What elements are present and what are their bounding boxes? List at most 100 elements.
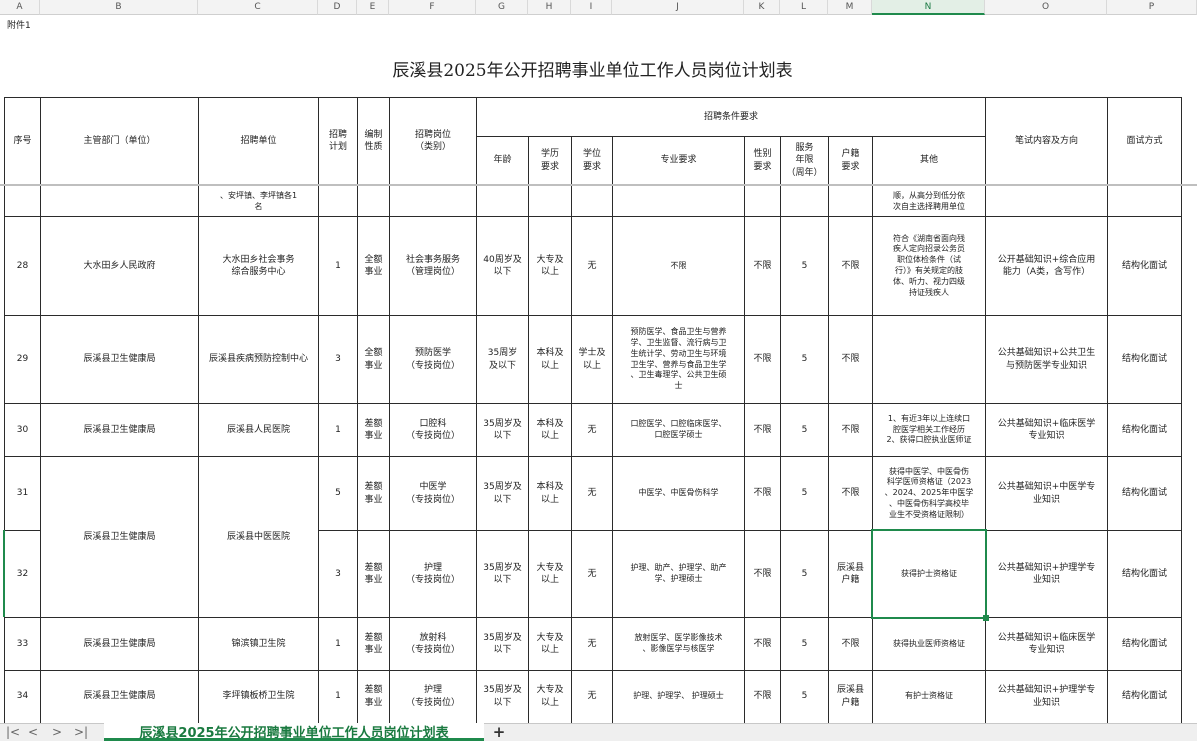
row-34-gender[interactable]: 不限 bbox=[745, 671, 780, 722]
row-29-seq[interactable]: 29 bbox=[5, 316, 40, 403]
header-nature[interactable]: 编制 性质 bbox=[358, 98, 389, 184]
row-32-interview[interactable]: 结构化面试 bbox=[1108, 531, 1181, 617]
row-34-interview[interactable]: 结构化面试 bbox=[1108, 671, 1181, 722]
row-29-gender[interactable]: 不限 bbox=[745, 316, 780, 403]
row-33-plan[interactable]: 1 bbox=[319, 618, 357, 670]
row-33-gender[interactable]: 不限 bbox=[745, 618, 780, 670]
header-plan[interactable]: 招聘 计划 bbox=[319, 98, 357, 184]
fill-handle[interactable] bbox=[983, 615, 989, 621]
row-33-seq[interactable]: 33 bbox=[5, 618, 40, 670]
row-31-service[interactable]: 5 bbox=[781, 457, 828, 530]
row-29-post[interactable]: 预防医学 （专技岗位） bbox=[390, 316, 476, 403]
row-32-plan[interactable]: 3 bbox=[319, 531, 357, 617]
row-30-major[interactable]: 口腔医学、口腔临床医学、 口腔医学硕士 bbox=[613, 404, 744, 456]
last-sheet-button[interactable]: >| bbox=[72, 724, 90, 740]
row-32-exam[interactable]: 公共基础知识+护理学专 业知识 bbox=[986, 531, 1107, 617]
row-28-dept[interactable]: 大水田乡人民政府 bbox=[41, 217, 198, 315]
header-edu[interactable]: 学历 要求 bbox=[529, 137, 571, 184]
merged-dept-31-32[interactable]: 辰溪县卫生健康局 bbox=[41, 457, 198, 617]
header-exam[interactable]: 笔试内容及方向 bbox=[986, 98, 1107, 184]
row-33-degree[interactable]: 无 bbox=[572, 618, 612, 670]
row-34-other[interactable]: 有护士资格证 bbox=[873, 671, 985, 722]
row-33-nature[interactable]: 差额 事业 bbox=[358, 618, 389, 670]
header-hukou[interactable]: 户籍 要求 bbox=[829, 137, 872, 184]
header-age[interactable]: 年龄 bbox=[477, 137, 528, 184]
row-28-plan[interactable]: 1 bbox=[319, 217, 357, 315]
row-28-major[interactable]: 不限 bbox=[613, 217, 744, 315]
row-32-edu[interactable]: 大专及 以上 bbox=[529, 531, 571, 617]
row-31-interview[interactable]: 结构化面试 bbox=[1108, 457, 1181, 530]
row-34-unit[interactable]: 李坪镇板桥卫生院 bbox=[199, 671, 318, 722]
row-28-degree[interactable]: 无 bbox=[572, 217, 612, 315]
first-sheet-button[interactable]: |< bbox=[4, 724, 22, 740]
row-30-other[interactable]: 1、有近3年以上连续口 腔医学相关工作经历 2、获得口腔执业医师证 bbox=[873, 404, 985, 456]
row-34-service[interactable]: 5 bbox=[781, 671, 828, 722]
row-32-service[interactable]: 5 bbox=[781, 531, 828, 617]
row-33-age[interactable]: 35周岁及 以下 bbox=[477, 618, 528, 670]
column-header-h[interactable]: H bbox=[528, 0, 571, 15]
row-29-degree[interactable]: 学士及 以上 bbox=[572, 316, 612, 403]
row-33-major[interactable]: 放射医学、医学影像技术 、影像医学与核医学 bbox=[613, 618, 744, 670]
row-31-major[interactable]: 中医学、中医骨伤科学 bbox=[613, 457, 744, 530]
row-28-unit[interactable]: 大水田乡社会事务 综合服务中心 bbox=[199, 217, 318, 315]
merged-unit-31-32[interactable]: 辰溪县中医医院 bbox=[199, 457, 318, 617]
row-34-exam[interactable]: 公共基础知识+护理学专 业知识 bbox=[986, 671, 1107, 722]
partial-row-other[interactable]: 顺，从高分到低分依 次自主选择聘用单位 bbox=[873, 187, 985, 216]
row-31-other[interactable]: 获得中医学、中医骨伤 科学医师资格证（2023 、2024、2025年中医学 、… bbox=[873, 457, 985, 530]
column-header-b[interactable]: B bbox=[40, 0, 198, 15]
row-34-major[interactable]: 护理、护理学、 护理硕士 bbox=[613, 671, 744, 722]
attachment-label[interactable]: 附件1 bbox=[6, 17, 66, 35]
row-30-plan[interactable]: 1 bbox=[319, 404, 357, 456]
row-28-hukou[interactable]: 不限 bbox=[829, 217, 872, 315]
row-28-service[interactable]: 5 bbox=[781, 217, 828, 315]
row-28-gender[interactable]: 不限 bbox=[745, 217, 780, 315]
row-31-edu[interactable]: 本科及 以上 bbox=[529, 457, 571, 530]
row-33-post[interactable]: 放射科 （专技岗位） bbox=[390, 618, 476, 670]
row-28-interview[interactable]: 结构化面试 bbox=[1108, 217, 1181, 315]
header-major[interactable]: 专业要求 bbox=[613, 137, 744, 184]
row-31-post[interactable]: 中医学 （专技岗位） bbox=[390, 457, 476, 530]
row-28-seq[interactable]: 28 bbox=[5, 217, 40, 315]
row-30-dept[interactable]: 辰溪县卫生健康局 bbox=[41, 404, 198, 456]
row-31-seq[interactable]: 31 bbox=[5, 457, 40, 530]
header-degree[interactable]: 学位 要求 bbox=[572, 137, 612, 184]
row-30-gender[interactable]: 不限 bbox=[745, 404, 780, 456]
column-header-c[interactable]: C bbox=[198, 0, 318, 15]
column-header-l[interactable]: L bbox=[780, 0, 828, 15]
row-33-edu[interactable]: 大专及 以上 bbox=[529, 618, 571, 670]
row-28-nature[interactable]: 全额 事业 bbox=[358, 217, 389, 315]
header-seq[interactable]: 序号 bbox=[5, 98, 40, 184]
row-33-hukou[interactable]: 不限 bbox=[829, 618, 872, 670]
column-header-d[interactable]: D bbox=[318, 0, 357, 15]
row-33-service[interactable]: 5 bbox=[781, 618, 828, 670]
row-29-age[interactable]: 35周岁 及以下 bbox=[477, 316, 528, 403]
prev-sheet-button[interactable]: < bbox=[24, 724, 42, 740]
row-32-nature[interactable]: 差额 事业 bbox=[358, 531, 389, 617]
column-header-o[interactable]: O bbox=[985, 0, 1107, 15]
column-header-j[interactable]: J bbox=[612, 0, 744, 15]
header-other[interactable]: 其他 bbox=[873, 137, 985, 184]
row-28-edu[interactable]: 大专及 以上 bbox=[529, 217, 571, 315]
row-34-post[interactable]: 护理 （专技岗位） bbox=[390, 671, 476, 722]
row-34-hukou[interactable]: 辰溪县 户籍 bbox=[829, 671, 872, 722]
row-29-hukou[interactable]: 不限 bbox=[829, 316, 872, 403]
column-header-e[interactable]: E bbox=[357, 0, 389, 15]
row-30-post[interactable]: 口腔科 （专技岗位） bbox=[390, 404, 476, 456]
column-header-p[interactable]: P bbox=[1107, 0, 1197, 15]
row-34-seq[interactable]: 34 bbox=[5, 671, 40, 722]
row-31-hukou[interactable]: 不限 bbox=[829, 457, 872, 530]
row-31-gender[interactable]: 不限 bbox=[745, 457, 780, 530]
header-dept[interactable]: 主管部门（单位） bbox=[41, 98, 198, 184]
row-28-other[interactable]: 符合《湖南省面向残 疾人定向招录公务员 职位体检条件（试 行）》有关规定的肢 体… bbox=[873, 217, 985, 315]
row-34-nature[interactable]: 差额 事业 bbox=[358, 671, 389, 722]
row-30-seq[interactable]: 30 bbox=[5, 404, 40, 456]
row-29-plan[interactable]: 3 bbox=[319, 316, 357, 403]
row-31-nature[interactable]: 差额 事业 bbox=[358, 457, 389, 530]
row-32-age[interactable]: 35周岁及 以下 bbox=[477, 531, 528, 617]
row-34-degree[interactable]: 无 bbox=[572, 671, 612, 722]
row-31-plan[interactable]: 5 bbox=[319, 457, 357, 530]
row-29-edu[interactable]: 本科及 以上 bbox=[529, 316, 571, 403]
row-32-post[interactable]: 护理 （专技岗位） bbox=[390, 531, 476, 617]
selected-cell-n32[interactable] bbox=[871, 529, 987, 619]
header-interview[interactable]: 面试方式 bbox=[1108, 98, 1181, 184]
